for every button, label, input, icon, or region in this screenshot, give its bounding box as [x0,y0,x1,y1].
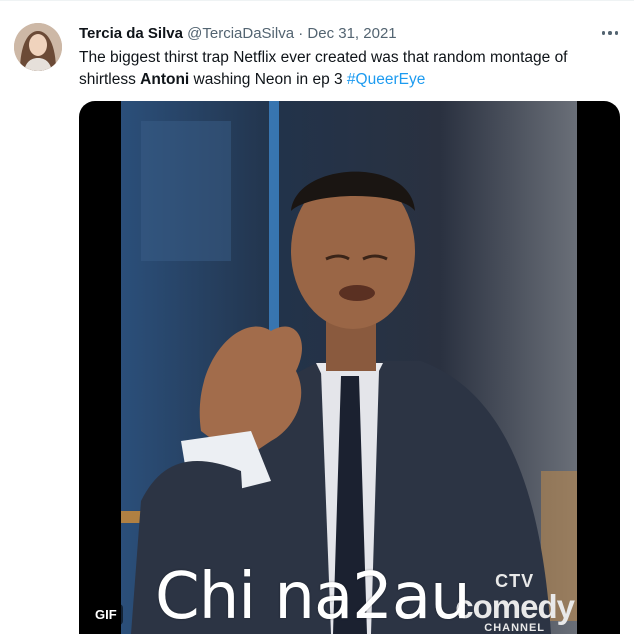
tweet-text: The biggest thirst trap Netflix ever cre… [79,47,624,91]
tweet-text-bold: Antoni [140,71,190,88]
tweet-text-part2: washing Neon in ep 3 [189,71,347,88]
display-name[interactable]: Tercia da Silva [79,25,183,42]
media-gif-frame [121,101,577,634]
avatar-image [14,23,62,71]
tweet-card[interactable]: Tercia da Silva @TerciaDaSilva · Dec 31,… [0,0,634,634]
tweet-date[interactable]: Dec 31, 2021 [307,25,396,42]
tweet-media[interactable]: GIF CTV comedy CHANNEL [79,101,620,634]
gif-badge: GIF [89,604,123,625]
watermark-text: Chi na2au [155,560,471,634]
logo-main-text: comedy [455,588,575,625]
header-separator: · [298,25,304,42]
gif-scene-illustration [121,101,577,634]
channel-logo: CTV comedy CHANNEL [455,571,575,634]
more-horizontal-icon [601,31,619,35]
hashtag-link[interactable]: #QueerEye [347,71,425,88]
more-button[interactable] [596,23,624,43]
avatar[interactable] [14,23,62,71]
user-handle[interactable]: @TerciaDaSilva [187,25,294,42]
tweet-header: Tercia da Silva @TerciaDaSilva · Dec 31,… [79,24,397,44]
